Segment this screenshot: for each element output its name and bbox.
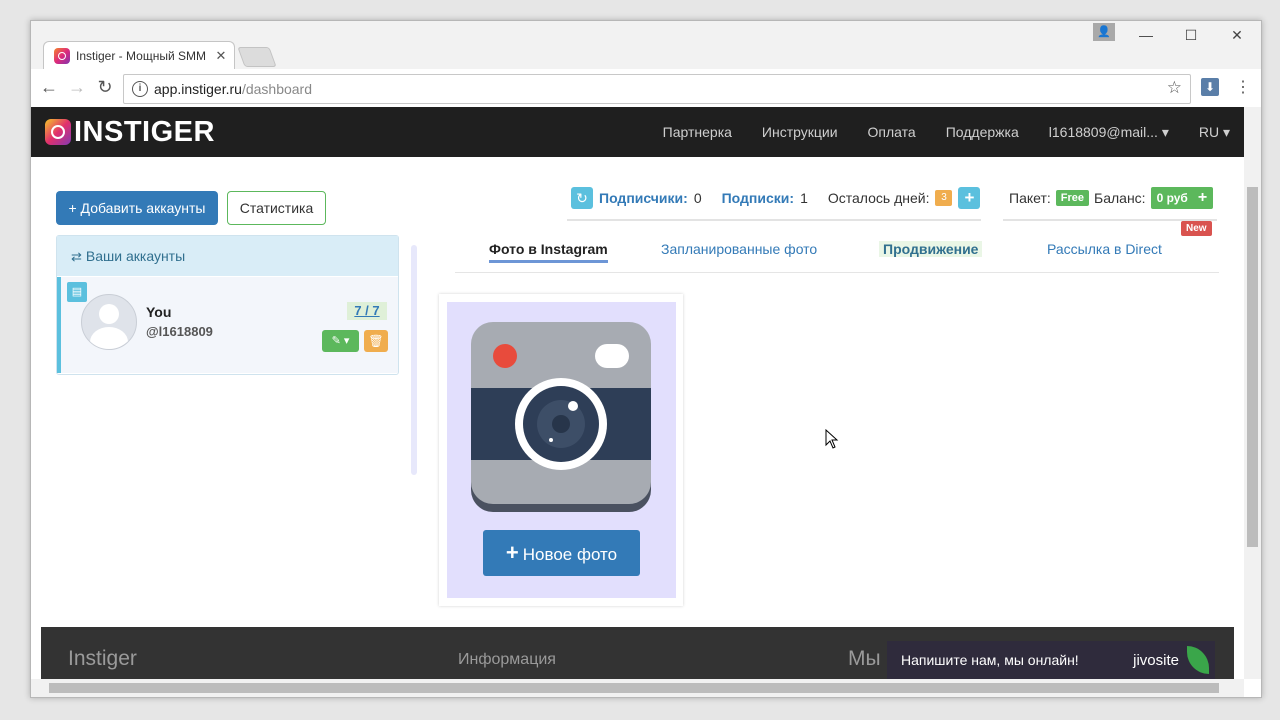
new-photo-label: Новое фото xyxy=(522,545,618,564)
footer-brand: Instiger xyxy=(68,647,137,670)
browser-window: Instiger - Мощный SMM ✕ 👤 — ☐ ✕ ← → ↻ i … xyxy=(30,20,1262,698)
followers-value: 0 xyxy=(693,190,702,206)
accounts-panel: ⇄ Ваши аккаунты ▤ You @l1618809 7 / 7 ✎ ▾… xyxy=(56,235,399,375)
nav-link-support[interactable]: Поддержка xyxy=(946,124,1019,140)
followers-label: Подписчики: xyxy=(599,190,688,206)
statistics-button[interactable]: Статистика xyxy=(227,191,326,225)
tab-promotion[interactable]: Продвижение xyxy=(879,241,983,257)
logo-text: INSTIGER xyxy=(74,115,215,148)
tab-title: Instiger - Мощный SMM xyxy=(76,49,206,63)
tab-instagram-photos[interactable]: Фото в Instagram xyxy=(489,241,608,263)
delete-button[interactable]: 🗑 xyxy=(364,330,388,352)
bookmark-star-icon[interactable]: ☆ xyxy=(1167,78,1182,98)
plus-icon: + xyxy=(1197,189,1208,206)
chat-message: Напишите нам, мы онлайн! xyxy=(901,652,1079,668)
extend-days-button[interactable]: + xyxy=(958,187,981,209)
nav-links: Партнерка Инструкции Оплата Поддержка l1… xyxy=(633,107,1230,157)
url-host: app.instiger.ru xyxy=(154,81,242,97)
accounts-panel-header: ⇄ Ваши аккаунты xyxy=(57,236,398,276)
download-extension-icon[interactable]: ⬇ xyxy=(1201,78,1219,96)
vertical-scrollbar[interactable] xyxy=(1244,107,1261,679)
content-tabs: Фото в Instagram Запланированные фото Пр… xyxy=(455,221,1219,273)
forward-icon[interactable]: → xyxy=(65,77,89,98)
tab-direct-mailing[interactable]: Рассылка в Direct xyxy=(1047,241,1162,257)
package-badge: Free xyxy=(1055,190,1090,206)
account-name: You xyxy=(146,304,172,320)
refresh-icon[interactable]: ↻ xyxy=(571,187,593,209)
jivosite-chat-widget[interactable]: Напишите нам, мы онлайн! jivosite xyxy=(887,641,1215,679)
stats-bar: ↻ Подписчики: 0 Подписки: 1 Осталось дне… xyxy=(567,177,981,221)
instagram-favicon-icon xyxy=(54,48,70,64)
days-left-label: Осталось дней: xyxy=(827,190,930,206)
camera-icon xyxy=(471,322,651,512)
balance-value: 0 руб xyxy=(1156,191,1188,205)
nav-link-payment[interactable]: Оплата xyxy=(868,124,916,140)
nav-link-language[interactable]: RU ▾ xyxy=(1199,124,1230,141)
avatar xyxy=(81,294,137,350)
reload-icon[interactable]: ↻ xyxy=(93,77,117,98)
following-label: Подписки: xyxy=(721,190,795,206)
add-accounts-button[interactable]: + Добавить аккаунты xyxy=(56,191,218,225)
balance-label: Баланс: xyxy=(1094,190,1146,206)
account-item[interactable]: ▤ You @l1618809 7 / 7 ✎ ▾ 🗑 xyxy=(57,277,398,373)
days-left-badge: 3 xyxy=(935,190,953,206)
site-logo[interactable]: INSTIGER xyxy=(45,115,215,148)
mouse-cursor-icon xyxy=(825,429,839,449)
browser-menu-icon[interactable]: ⋮ xyxy=(1235,77,1251,97)
image-badge-icon: ▤ xyxy=(67,282,87,302)
jivosite-leaf-icon xyxy=(1187,646,1209,674)
tab-scheduled-photos[interactable]: Запланированные фото xyxy=(661,241,817,257)
package-bar: Пакет: Free Баланс: 0 руб + xyxy=(1003,177,1217,221)
balance-button[interactable]: 0 руб + xyxy=(1150,187,1214,209)
site-info-icon[interactable]: i xyxy=(132,81,148,97)
following-value: 1 xyxy=(800,190,808,206)
footer-info-heading: Информация xyxy=(458,651,556,668)
browser-tab[interactable]: Instiger - Мощный SMM ✕ xyxy=(43,41,235,70)
maximize-icon[interactable]: ☐ xyxy=(1176,27,1206,44)
tab-close-icon[interactable]: ✕ xyxy=(212,48,230,64)
horizontal-scrollbar[interactable] xyxy=(31,679,1244,697)
panel-divider xyxy=(411,245,417,475)
profile-icon[interactable]: 👤 xyxy=(1093,23,1115,41)
title-bar: Instiger - Мощный SMM ✕ 👤 — ☐ ✕ xyxy=(31,21,1261,70)
new-photo-card-inner: + Новое фото xyxy=(447,302,676,598)
instiger-logo-icon xyxy=(45,119,71,145)
account-count-link[interactable]: 7 / 7 xyxy=(347,302,387,320)
account-username: @l1618809 xyxy=(146,324,213,339)
nav-link-partner[interactable]: Партнерка xyxy=(663,124,732,140)
jivosite-logo: jivosite xyxy=(1133,651,1179,669)
new-photo-button[interactable]: + Новое фото xyxy=(483,530,640,576)
edit-dropdown-button[interactable]: ✎ ▾ xyxy=(322,330,359,352)
page-content: INSTIGER Партнерка Инструкции Оплата Под… xyxy=(31,107,1244,679)
browser-toolbar: ← → ↻ i app.instiger.ru/dashboard ☆ ⬇ ⋮ xyxy=(31,69,1261,108)
nav-link-instructions[interactable]: Инструкции xyxy=(762,124,838,140)
url-path: /dashboard xyxy=(241,81,313,97)
new-tab-button[interactable] xyxy=(237,47,277,67)
back-icon[interactable]: ← xyxy=(37,77,61,98)
switch-arrows-icon: ⇄ xyxy=(71,249,82,264)
minimize-icon[interactable]: — xyxy=(1131,27,1161,43)
new-photo-card: + Новое фото xyxy=(439,294,683,606)
close-window-icon[interactable]: ✕ xyxy=(1222,27,1252,44)
new-badge: New xyxy=(1181,221,1212,236)
plus-icon: + xyxy=(505,540,519,565)
site-navbar: INSTIGER Партнерка Инструкции Оплата Под… xyxy=(31,107,1244,157)
package-label: Пакет: xyxy=(1009,190,1051,206)
address-bar[interactable]: i app.instiger.ru/dashboard ☆ xyxy=(123,74,1191,104)
nav-link-user-menu[interactable]: l1618809@mail... ▾ xyxy=(1049,124,1169,141)
footer-we-heading: Мы xyxy=(848,647,881,670)
accounts-header-label: Ваши аккаунты xyxy=(85,248,186,264)
